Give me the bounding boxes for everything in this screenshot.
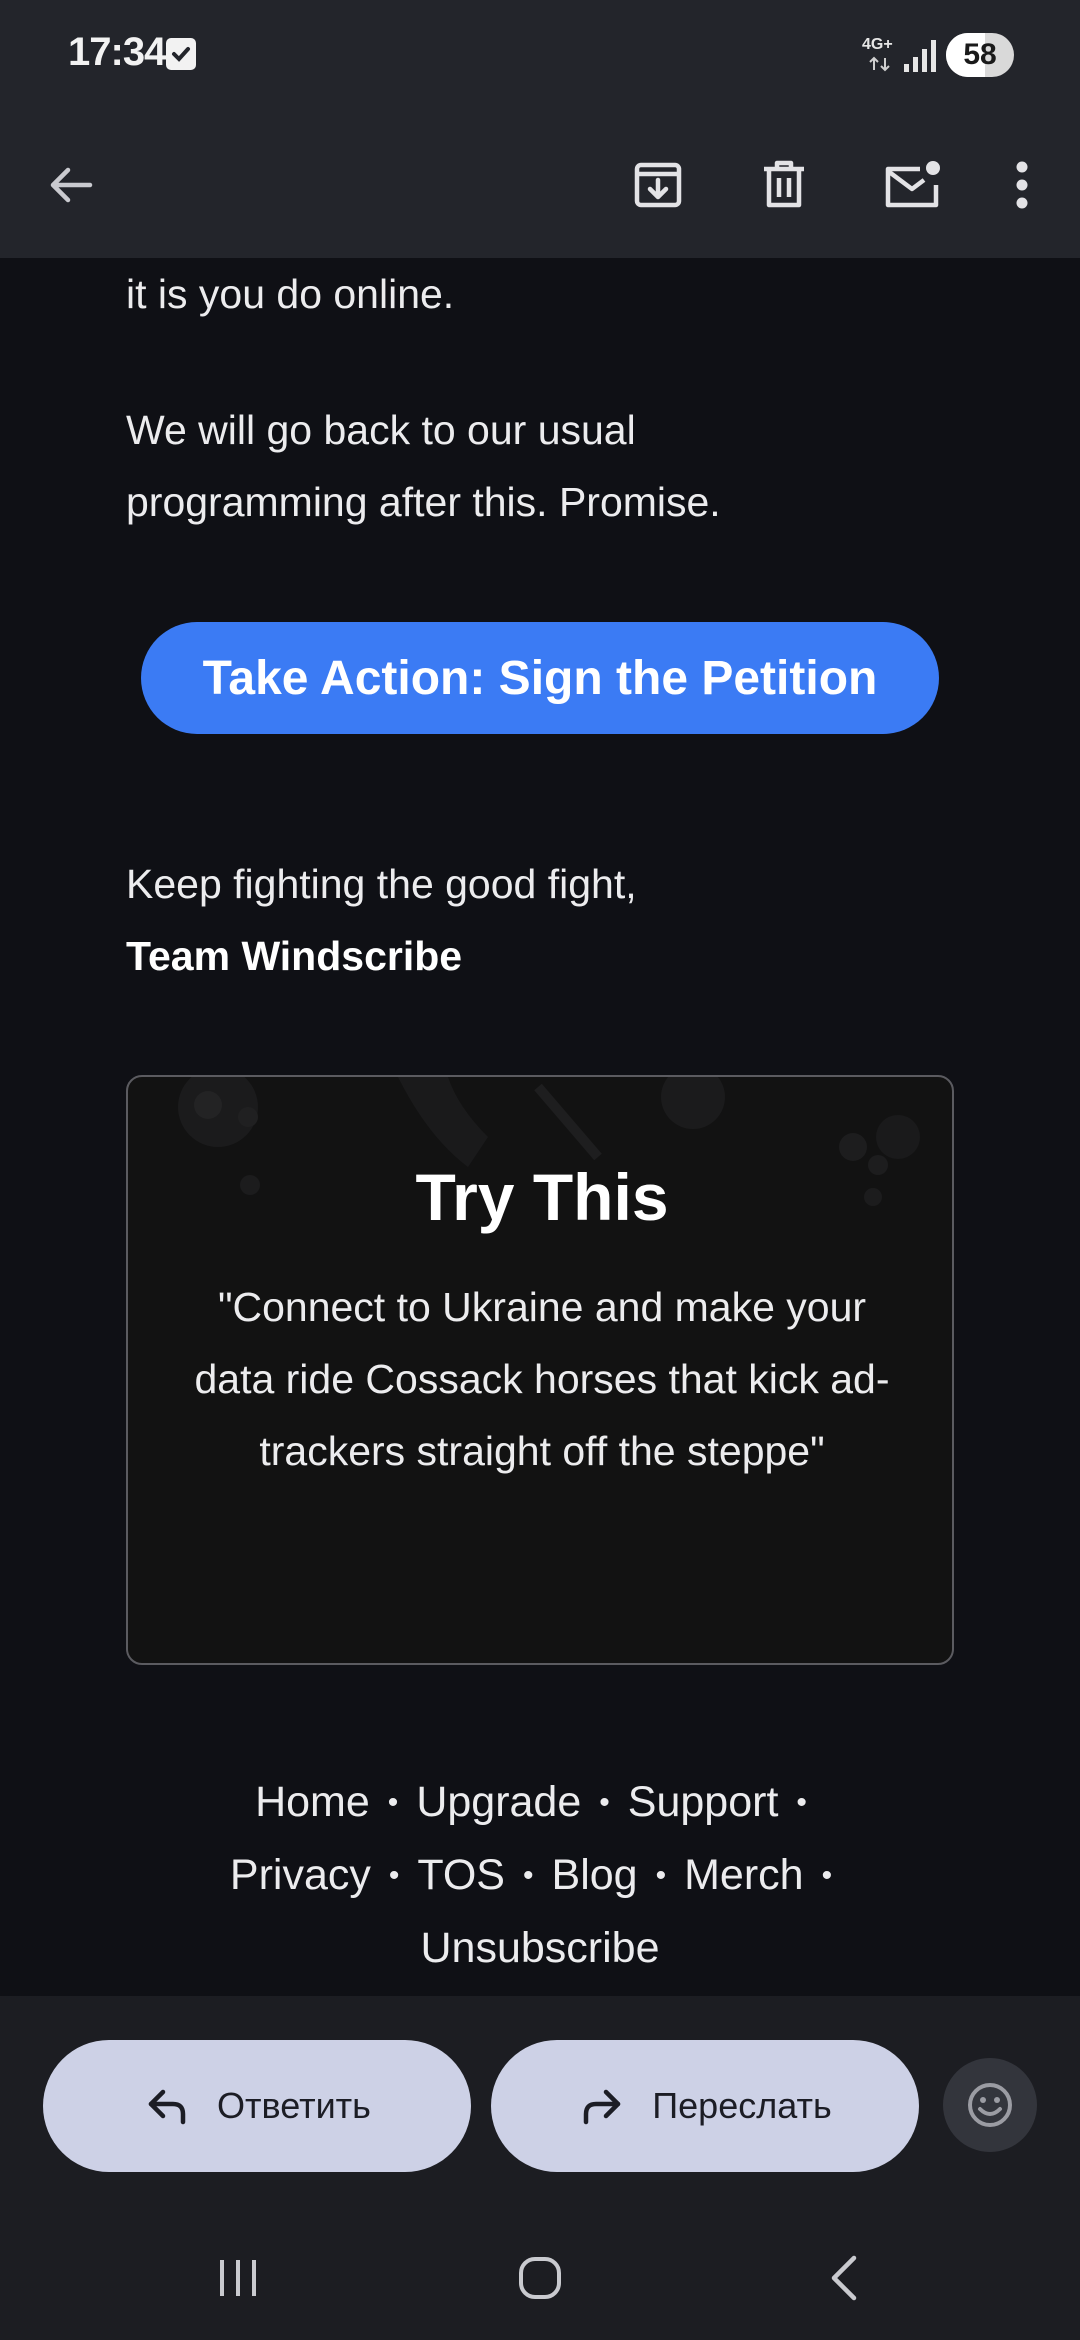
network-label: 4G+: [862, 36, 893, 53]
card-title: Try This: [415, 1160, 669, 1234]
body-line: it is you do online.: [126, 271, 455, 317]
footer-link-privacy[interactable]: Privacy: [230, 1851, 371, 1899]
status-time: 17:34: [68, 30, 166, 74]
footer-link-blog[interactable]: Blog: [552, 1851, 638, 1899]
footer-link-unsubscribe[interactable]: Unsubscribe: [421, 1924, 660, 1972]
bullet-separator: •: [387, 1786, 399, 1819]
mark-unread-button[interactable]: [868, 141, 956, 229]
archive-icon: [634, 162, 682, 208]
footer-link-home[interactable]: Home: [255, 1778, 370, 1826]
body-paragraph: We will go back to our usual programming…: [126, 407, 721, 525]
footer-link-merch[interactable]: Merch: [684, 1851, 803, 1899]
more-vert-icon: [1016, 161, 1028, 209]
footer-link-tos[interactable]: TOS: [417, 1851, 505, 1899]
team-signature: Team Windscribe: [126, 933, 463, 979]
bullet-separator: •: [821, 1859, 833, 1892]
bullet-separator: •: [523, 1859, 534, 1892]
signoff-text: Keep fighting the good fight,: [126, 861, 637, 907]
delete-button[interactable]: [740, 141, 828, 229]
chevron-left-icon: [831, 2255, 857, 2301]
checkbox-notification-icon: [166, 38, 196, 70]
more-options-button[interactable]: [978, 141, 1066, 229]
status-bar: 17:34 4G+ 58: [0, 0, 1080, 112]
network-icon: 4G+: [862, 36, 898, 74]
home-icon: [519, 2257, 561, 2299]
arrow-left-icon: [50, 167, 93, 203]
battery-level: 58: [963, 38, 997, 71]
bullet-separator: •: [655, 1859, 667, 1892]
footer-link-upgrade[interactable]: Upgrade: [416, 1778, 581, 1826]
email-body: it is you do online. We will go back to …: [0, 258, 1080, 1996]
signal-icon: [902, 38, 938, 72]
footer-link-support[interactable]: Support: [628, 1778, 779, 1826]
card-quote: "Connect to Ukraine and make your data r…: [194, 1284, 890, 1474]
trash-icon: [764, 160, 804, 208]
recent-apps-icon: [220, 2260, 256, 2296]
mail-unread-icon: [885, 161, 940, 208]
emoji-icon: [968, 2083, 1012, 2127]
battery-icon: 58: [946, 33, 1014, 77]
emoji-reaction-button[interactable]: [943, 2058, 1037, 2152]
system-nav-bar: [0, 2216, 1080, 2340]
forward-button[interactable]: Переслать: [491, 2040, 919, 2172]
reply-label: Ответить: [217, 2085, 371, 2126]
footer-links: Home • Upgrade • Support • Privacy • TOS • Blog • M…: [140, 1766, 940, 1984]
email-toolbar: [0, 112, 1080, 258]
back-button[interactable]: [27, 141, 115, 229]
bullet-separator: •: [599, 1786, 610, 1819]
try-this-card: Try This "Connect to Ukraine and make yo…: [126, 1075, 954, 1665]
bullet-separator: •: [388, 1859, 400, 1892]
reply-button[interactable]: Ответить: [43, 2040, 471, 2172]
reply-icon: [148, 2089, 186, 2125]
forward-label: Переслать: [652, 2085, 832, 2126]
recent-apps-button[interactable]: [190, 2230, 286, 2326]
bullet-separator: •: [796, 1786, 807, 1819]
sign-petition-button[interactable]: Take Action: Sign the Petition: [141, 622, 939, 734]
archive-button[interactable]: [614, 141, 702, 229]
forward-icon: [584, 2089, 621, 2125]
back-nav-button[interactable]: [796, 2230, 892, 2326]
home-button[interactable]: [492, 2230, 588, 2326]
